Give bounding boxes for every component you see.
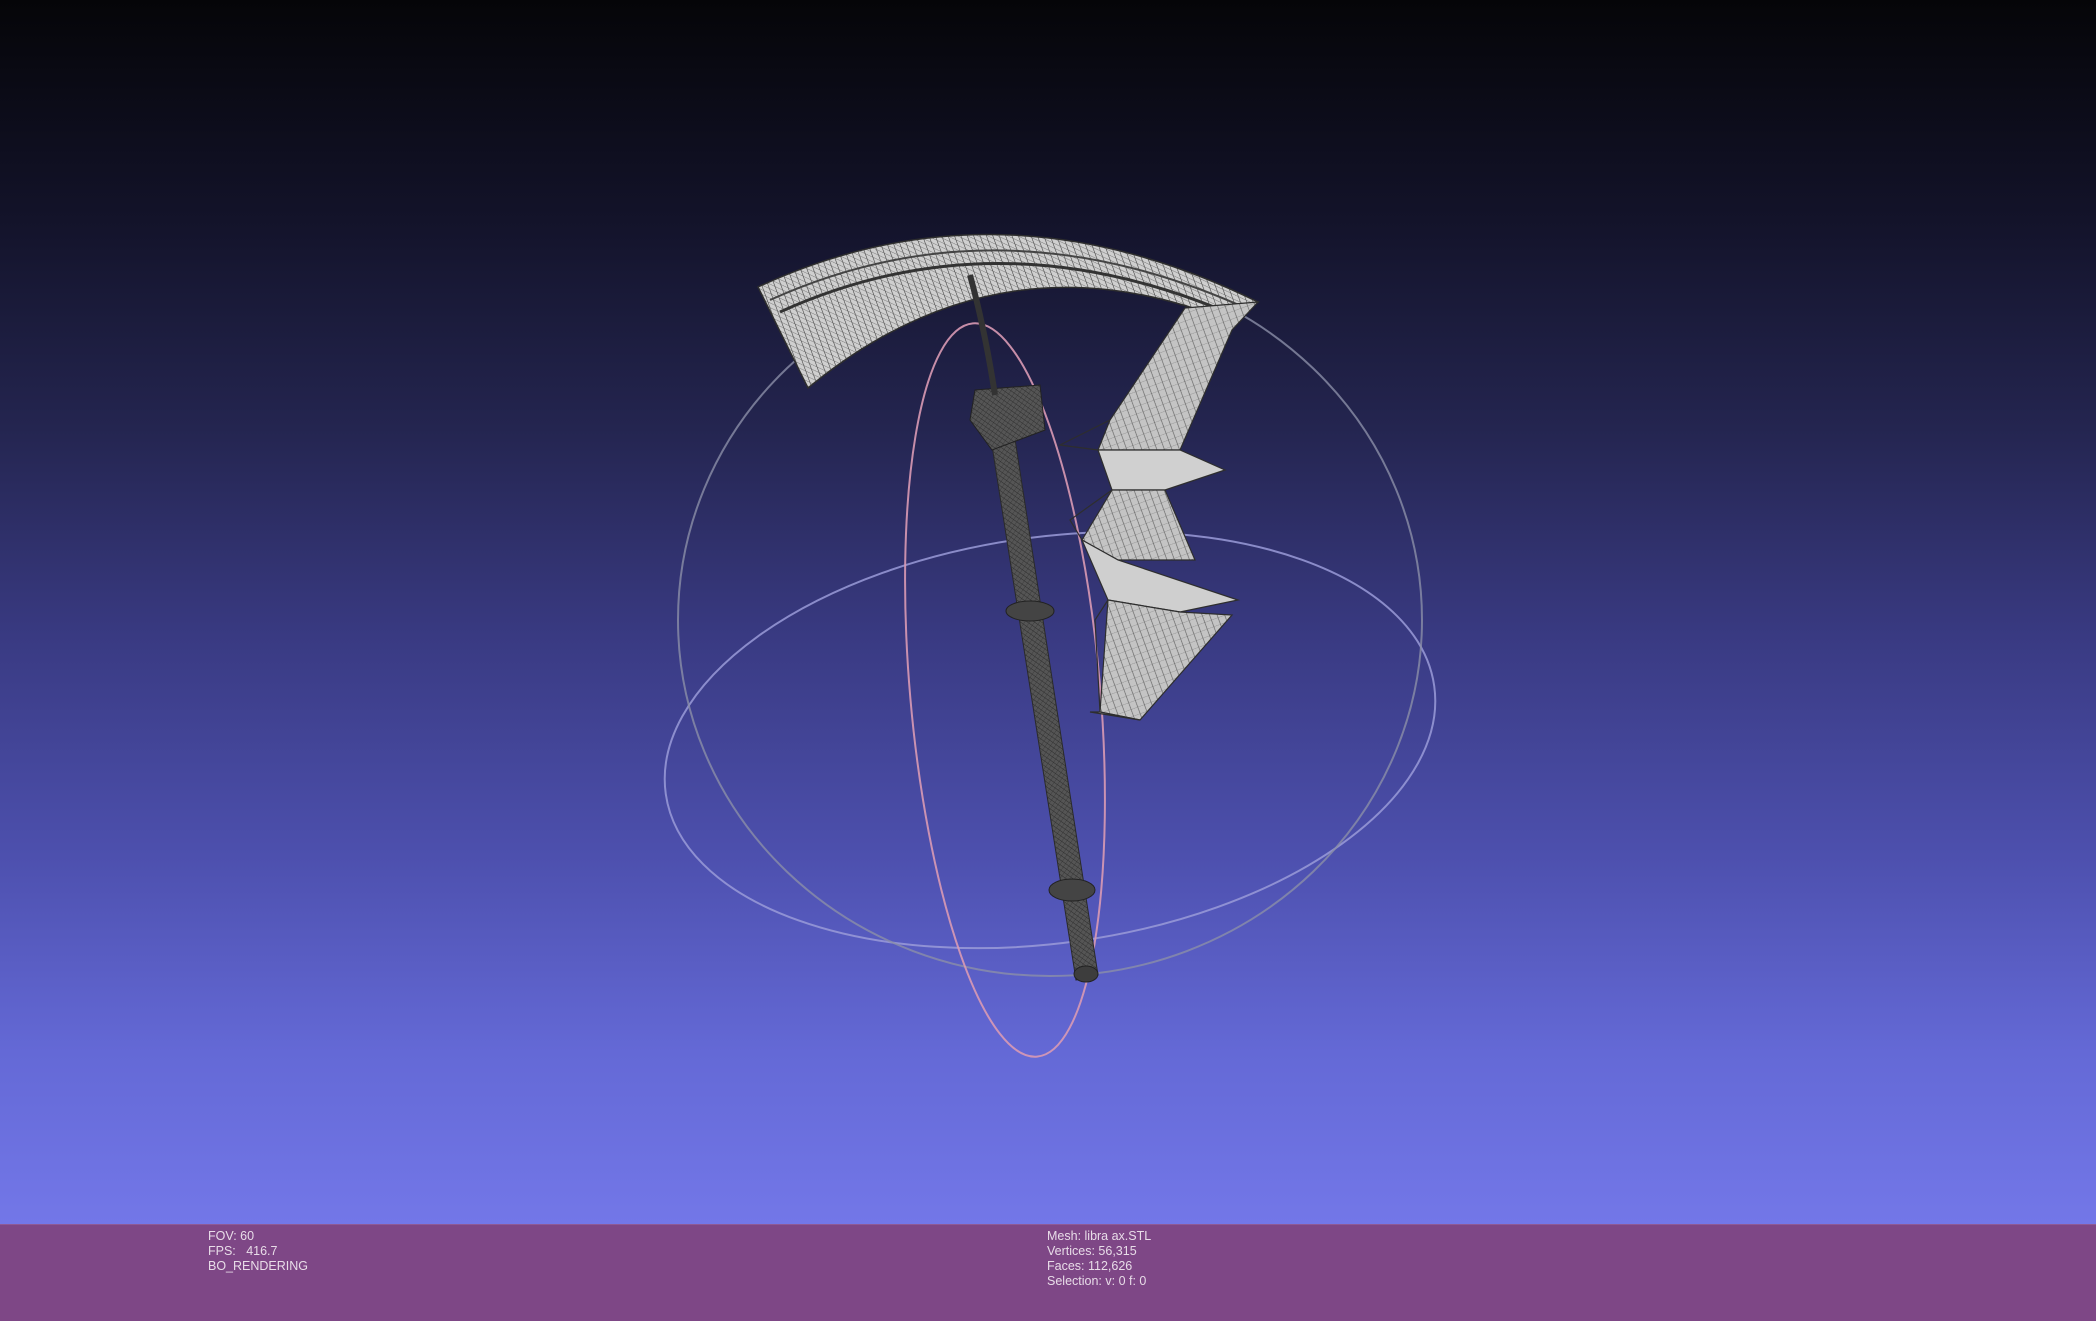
render-info: FOV: 60 FPS: 416.7 BO_RENDERING <box>208 1229 308 1274</box>
status-info-bar: FOV: 60 FPS: 416.7 BO_RENDERING Mesh: li… <box>0 1224 2096 1321</box>
trackball-vertical-ring <box>677 263 1423 977</box>
3d-viewport[interactable] <box>0 0 2096 1224</box>
selection-label: Selection: v: 0 f: 0 <box>1047 1274 1147 1288</box>
fov-label: FOV: 60 <box>208 1229 255 1243</box>
fps-label: FPS: 416.7 <box>208 1244 278 1258</box>
mesh-scene[interactable] <box>0 0 2096 1224</box>
faces-label: Faces: 112,626 <box>1047 1259 1133 1273</box>
mesh-name-label: Mesh: libra ax.STL <box>1047 1229 1152 1243</box>
render-mode-label: BO_RENDERING <box>208 1259 309 1273</box>
axe-handle <box>969 384 1099 983</box>
vertices-label: Vertices: 56,315 <box>1047 1244 1137 1258</box>
mesh-info: Mesh: libra ax.STL Vertices: 56,315 Face… <box>1047 1229 1151 1289</box>
axe-side-blade <box>1057 301 1260 721</box>
